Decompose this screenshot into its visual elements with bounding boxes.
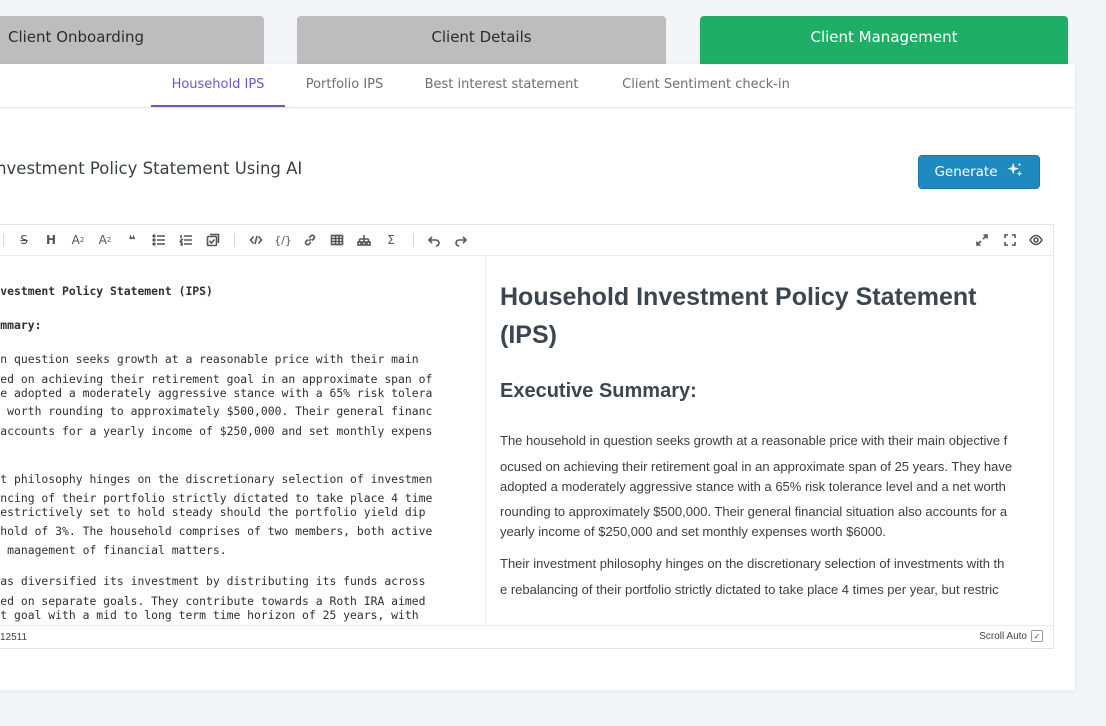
md-line: ve Summary: (0, 318, 42, 332)
content-card: Household IPS Portfolio IPS Best interes… (0, 64, 1075, 690)
subtab-best-interest-statement[interactable]: Best interest statement (417, 64, 586, 107)
preview-line: ocused on achieving their retirement goa… (500, 459, 1013, 474)
preview-line: Their investment philosophy hinges on th… (500, 556, 1005, 571)
page-heading: e an Investment Policy Statement Using A… (0, 159, 303, 178)
scroll-auto-toggle[interactable]: Scroll Auto ✓ (979, 630, 1043, 642)
editor-statusbar: 12511 Scroll Auto ✓ (0, 625, 1053, 648)
preview-line: adopted a moderately aggressive stance w… (500, 479, 1006, 494)
strikethrough-icon[interactable]: S (15, 231, 33, 249)
subtab-portfolio-ips[interactable]: Portfolio IPS (298, 64, 391, 107)
preview-line: yearly income of $250,000 and set monthl… (500, 524, 886, 539)
undo-icon[interactable] (425, 231, 443, 249)
md-line: old in question seeks growth at a reason… (0, 352, 419, 366)
md-line: old has diversified its investment by di… (0, 574, 426, 588)
md-line: stment philosophy hinges on the discreti… (0, 472, 433, 486)
scroll-auto-label: Scroll Auto (979, 630, 1027, 642)
generate-label: Generate (934, 164, 998, 180)
fullscreen-icon[interactable] (973, 231, 991, 249)
checklist-icon[interactable] (204, 231, 222, 249)
expand-icon[interactable] (1001, 231, 1019, 249)
subscript-icon[interactable]: A2 (69, 231, 87, 249)
md-line: threshold of 3%. The household comprises… (0, 524, 433, 538)
preview-subtitle: Executive Summary: (500, 380, 697, 402)
md-line: also accounts for a yearly income of $25… (0, 424, 433, 438)
tab-client-onboarding[interactable]: Client Onboarding (0, 16, 264, 64)
toolbar-separator (413, 234, 414, 246)
markdown-editor: S H A2 A2 ❝ {/} Σ ld Investment Policy S (0, 224, 1054, 649)
preview-line: e rebalancing of their portfolio strictl… (500, 582, 999, 597)
superscript-icon[interactable]: A2 (96, 231, 114, 249)
md-line: y have adopted a moderately aggressive s… (0, 386, 433, 400)
sub-tab-bar: Household IPS Portfolio IPS Best interes… (0, 64, 1075, 108)
toolbar-separator (234, 234, 235, 246)
generate-button[interactable]: Generate (918, 155, 1040, 189)
link-icon[interactable] (301, 231, 319, 249)
code-block-icon[interactable]: {/} (274, 231, 292, 249)
editor-toolbar: S H A2 A2 ❝ {/} Σ (0, 225, 1053, 256)
sparkle-icon (1006, 161, 1024, 183)
tab-client-details[interactable]: Client Details (297, 16, 666, 64)
md-line: a net worth rounding to approximately $5… (0, 404, 433, 418)
quote-icon[interactable]: ❝ (123, 231, 141, 249)
mermaid-icon[interactable] (355, 231, 373, 249)
preview-icon[interactable] (1027, 231, 1045, 249)
check-icon: ✓ (1031, 630, 1043, 642)
subtab-household-ips[interactable]: Household IPS (151, 64, 285, 107)
formula-icon[interactable]: Σ (382, 231, 400, 249)
markdown-source-pane[interactable]: ld Investment Policy Statement (IPS) ve … (0, 256, 486, 628)
subtab-client-sentiment-check-in[interactable]: Client Sentiment check-in (614, 64, 798, 107)
md-line: rement goal with a mid to long term time… (0, 608, 419, 622)
heading-icon[interactable]: H (42, 231, 60, 249)
toolbar-separator (3, 234, 4, 246)
word-count: 12511 (0, 632, 28, 643)
code-icon[interactable] (247, 231, 265, 249)
redo-icon[interactable] (452, 231, 470, 249)
markdown-preview-pane: Household Investment Policy Statement (I… (500, 256, 1030, 628)
md-line: but restrictively set to hold steady sho… (0, 505, 426, 519)
preview-line: rounding to approximately $500,000. Thei… (500, 504, 1008, 519)
md-line: ld Investment Policy Statement (IPS) (0, 284, 213, 298)
preview-line: The household in question seeks growth a… (500, 433, 1008, 448)
tab-client-management[interactable]: Client Management (700, 16, 1068, 64)
ordered-list-icon[interactable] (177, 231, 195, 249)
table-icon[interactable] (328, 231, 346, 249)
md-line: n the management of financial matters. (0, 543, 227, 557)
bullet-list-icon[interactable] (150, 231, 168, 249)
preview-title: Household Investment Policy Statement (I… (500, 283, 977, 349)
